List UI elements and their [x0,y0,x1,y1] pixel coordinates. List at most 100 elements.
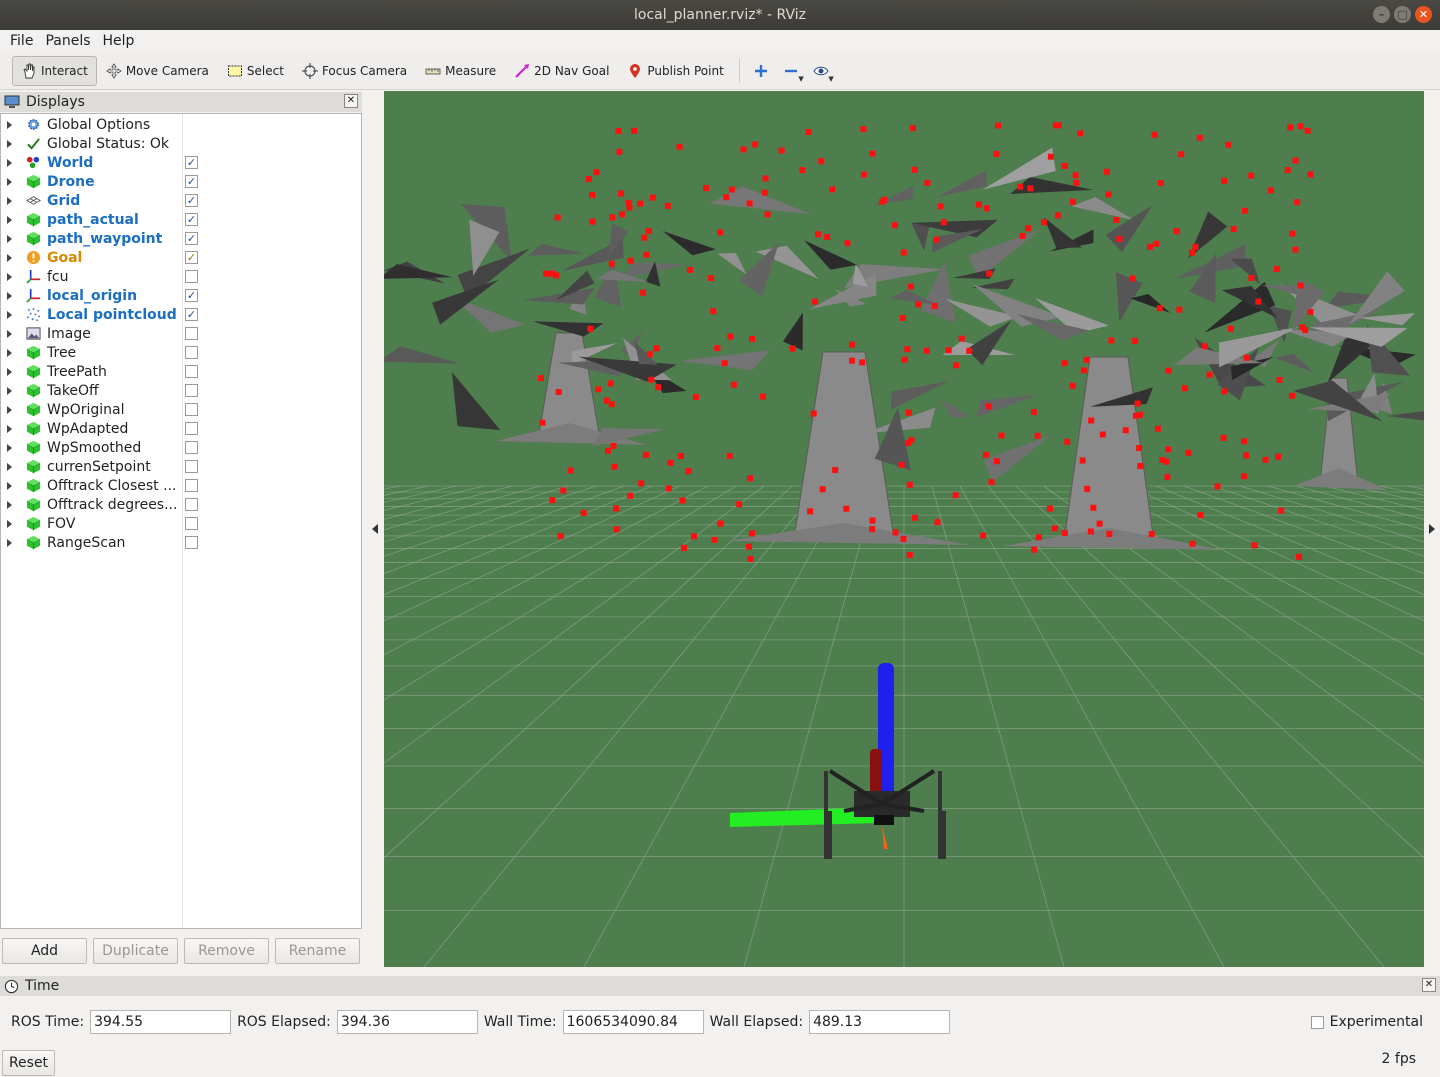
remove-button[interactable]: Remove [184,938,269,964]
display-enable-checkbox[interactable]: ✓ [185,289,198,302]
nav-goal-tool[interactable]: 2D Nav Goal [505,56,618,86]
display-row[interactable]: Grid ✓ [1,191,361,210]
expand-arrow-icon[interactable] [7,367,12,376]
expand-arrow-icon[interactable] [7,462,12,471]
expand-arrow-icon[interactable] [7,386,12,395]
display-enable-checkbox[interactable]: ✓ [185,175,198,188]
expand-arrow-icon[interactable] [7,481,12,490]
interact-tool[interactable]: Interact [12,56,97,86]
rename-button[interactable]: Rename [275,938,360,964]
expand-arrow-icon[interactable] [7,215,12,224]
remove-tool-button[interactable]: ▼ [776,56,806,86]
expand-arrow-icon[interactable] [7,538,12,547]
duplicate-button[interactable]: Duplicate [93,938,178,964]
display-row[interactable]: WpAdapted [1,419,361,438]
focus-camera-tool[interactable]: Focus Camera [293,56,416,86]
display-enable-checkbox[interactable]: ✓ [185,213,198,226]
expand-arrow-icon[interactable] [7,196,12,205]
display-row[interactable]: Tree [1,343,361,362]
display-enable-checkbox[interactable] [185,270,198,283]
display-row[interactable]: Global Options [1,115,361,134]
expand-arrow-icon[interactable] [7,310,12,319]
move-camera-tool[interactable]: Move Camera [97,56,218,86]
experimental-checkbox[interactable] [1310,1015,1324,1029]
expand-arrow-icon[interactable] [7,158,12,167]
wall-elapsed-field[interactable]: 489.13 [809,1010,951,1034]
expand-arrow-icon[interactable] [7,519,12,528]
display-row[interactable]: local_origin ✓ [1,286,361,305]
display-row[interactable]: Offtrack degrees... [1,495,361,514]
display-row[interactable]: Offtrack Closest ... [1,476,361,495]
ros-elapsed-field[interactable]: 394.36 [336,1010,478,1034]
display-row[interactable]: currenSetpoint [1,457,361,476]
minimize-button[interactable]: – [1373,6,1390,23]
display-enable-checkbox[interactable] [185,536,198,549]
display-row[interactable]: WpSmoothed [1,438,361,457]
measure-tool[interactable]: Measure [416,56,505,86]
expand-arrow-icon[interactable] [7,120,12,129]
display-row[interactable]: FOV [1,514,361,533]
menu-panels[interactable]: Panels [39,33,96,49]
display-enable-checkbox[interactable] [185,441,198,454]
render-viewport[interactable] [384,91,1424,967]
display-row[interactable]: Local pointcloud ✓ [1,305,361,324]
displays-close-button[interactable]: ✕ [344,94,358,108]
maximize-button[interactable]: □ [1394,6,1411,23]
expand-arrow-icon[interactable] [7,500,12,509]
ros-time-field[interactable]: 394.55 [90,1010,232,1034]
display-enable-checkbox[interactable]: ✓ [185,232,198,245]
display-row[interactable]: WpOriginal [1,400,361,419]
expand-arrow-icon[interactable] [7,329,12,338]
expand-arrow-icon[interactable] [7,272,12,281]
display-enable-checkbox[interactable]: ✓ [185,308,198,321]
expand-arrow-icon[interactable] [7,405,12,414]
display-enable-checkbox[interactable]: ✓ [185,156,198,169]
display-enable-checkbox[interactable] [185,346,198,359]
display-enable-checkbox[interactable] [185,403,198,416]
add-button[interactable]: Add [2,938,87,964]
display-row[interactable]: path_actual ✓ [1,210,361,229]
display-row[interactable]: path_waypoint ✓ [1,229,361,248]
expand-arrow-icon[interactable] [7,348,12,357]
wall-time-field[interactable]: 1606534090.84 [562,1010,704,1034]
display-row[interactable]: TakeOff [1,381,361,400]
expand-arrow-icon[interactable] [7,139,12,148]
display-row[interactable]: Goal ✓ [1,248,361,267]
display-enable-checkbox[interactable] [185,384,198,397]
display-row[interactable]: World ✓ [1,153,361,172]
display-row[interactable]: fcu [1,267,361,286]
display-row[interactable]: TreePath [1,362,361,381]
display-enable-checkbox[interactable] [185,327,198,340]
display-row[interactable]: Drone ✓ [1,172,361,191]
experimental-toggle[interactable]: Experimental [1310,1014,1423,1030]
time-close-button[interactable]: ✕ [1422,978,1436,992]
expand-arrow-icon[interactable] [7,253,12,262]
display-row[interactable]: Image [1,324,361,343]
collapse-right-arrow-icon[interactable] [1429,524,1435,534]
menu-file[interactable]: File [4,33,39,49]
display-enable-checkbox[interactable] [185,517,198,530]
display-row[interactable]: Global Status: Ok [1,134,361,153]
close-button[interactable]: ✕ [1415,6,1432,23]
display-enable-checkbox[interactable] [185,498,198,511]
reset-button[interactable]: Reset [2,1050,55,1076]
display-row[interactable]: RangeScan [1,533,361,552]
menu-help[interactable]: Help [97,33,141,49]
display-enable-checkbox[interactable] [185,365,198,378]
display-enable-checkbox[interactable] [185,422,198,435]
select-tool[interactable]: Select [218,56,293,86]
expand-arrow-icon[interactable] [7,424,12,433]
expand-arrow-icon[interactable] [7,234,12,243]
add-tool-button[interactable] [746,56,776,86]
expand-arrow-icon[interactable] [7,443,12,452]
displays-tree[interactable]: Global Options Global Status: Ok World ✓ Dro… [0,113,362,929]
expand-arrow-icon[interactable] [7,177,12,186]
display-enable-checkbox[interactable]: ✓ [185,251,198,264]
publish-point-tool[interactable]: Publish Point [618,56,732,86]
collapse-left-arrow-icon[interactable] [372,524,378,534]
view-tool-button[interactable]: ▼ [806,56,836,86]
display-enable-checkbox[interactable]: ✓ [185,194,198,207]
expand-arrow-icon[interactable] [7,291,12,300]
display-enable-checkbox[interactable] [185,460,198,473]
display-enable-checkbox[interactable] [185,479,198,492]
